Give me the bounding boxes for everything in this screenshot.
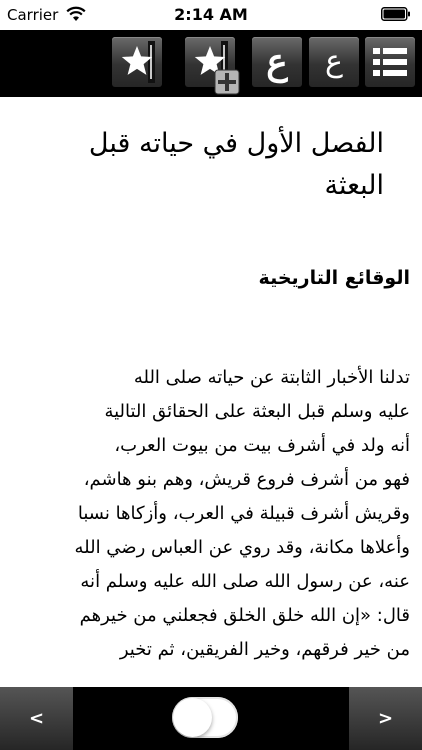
toolbar: ع ع	[0, 30, 422, 97]
font-small-label: ع	[325, 44, 343, 79]
status-bar: Carrier 2:14 AM	[0, 0, 422, 30]
list-icon	[373, 48, 407, 76]
mode-toggle[interactable]	[172, 697, 238, 738]
menu-button[interactable]	[365, 37, 415, 87]
text-line: وأعلاها مكانة، وقد روي عن العباس رضي الل…	[74, 537, 410, 558]
bottom-bar: < >	[0, 687, 422, 750]
star-bookmark-icon	[121, 41, 155, 83]
text-line: عليه وسلم قبل البعثة على الحقائق التالية	[104, 401, 410, 422]
font-large-button[interactable]: ع	[252, 37, 302, 87]
text-line: قال: «إن الله خلق الخلق فجعلني من خيرهم	[79, 605, 410, 626]
status-time: 2:14 AM	[174, 5, 248, 24]
section-title: الوقائع التاريخية	[258, 267, 410, 289]
text-line: من خير فرقهم، وخير الفريقين، ثم تخير	[119, 639, 410, 660]
text-line: عنه، عن رسول الله صلى الله عليه وسلم أنه	[80, 571, 410, 592]
text-line: فهو من أشرف فروع قريش، وهم بنو هاشم،	[83, 469, 410, 490]
bookmark-button[interactable]	[112, 37, 162, 87]
toggle-knob	[173, 698, 212, 737]
text-line: وقريش أشرف قبيلة في العرب، وأزكاها نسبا	[77, 503, 410, 524]
body-text: تدلنا الأخبار الثابتة عن حياته صلى الله …	[8, 361, 410, 667]
chapter-title: الفصل الأول في حياته قبل البعثة	[88, 128, 384, 201]
add-bookmark-button[interactable]	[185, 37, 240, 95]
star-bookmark-plus-icon	[194, 41, 240, 95]
font-large-label: ع	[266, 41, 288, 83]
text-line: أنه ولد في أشرف بيت من بيوت العرب،	[114, 435, 410, 456]
battery-icon	[381, 7, 410, 21]
next-page-button[interactable]: >	[349, 687, 422, 750]
text-line: تدلنا الأخبار الثابتة عن حياته صلى الله	[133, 367, 410, 388]
previous-page-button[interactable]: <	[0, 687, 73, 750]
font-small-button[interactable]: ع	[309, 37, 359, 87]
reading-content[interactable]: الفصل الأول في حياته قبل البعثة الوقائع …	[0, 97, 422, 687]
